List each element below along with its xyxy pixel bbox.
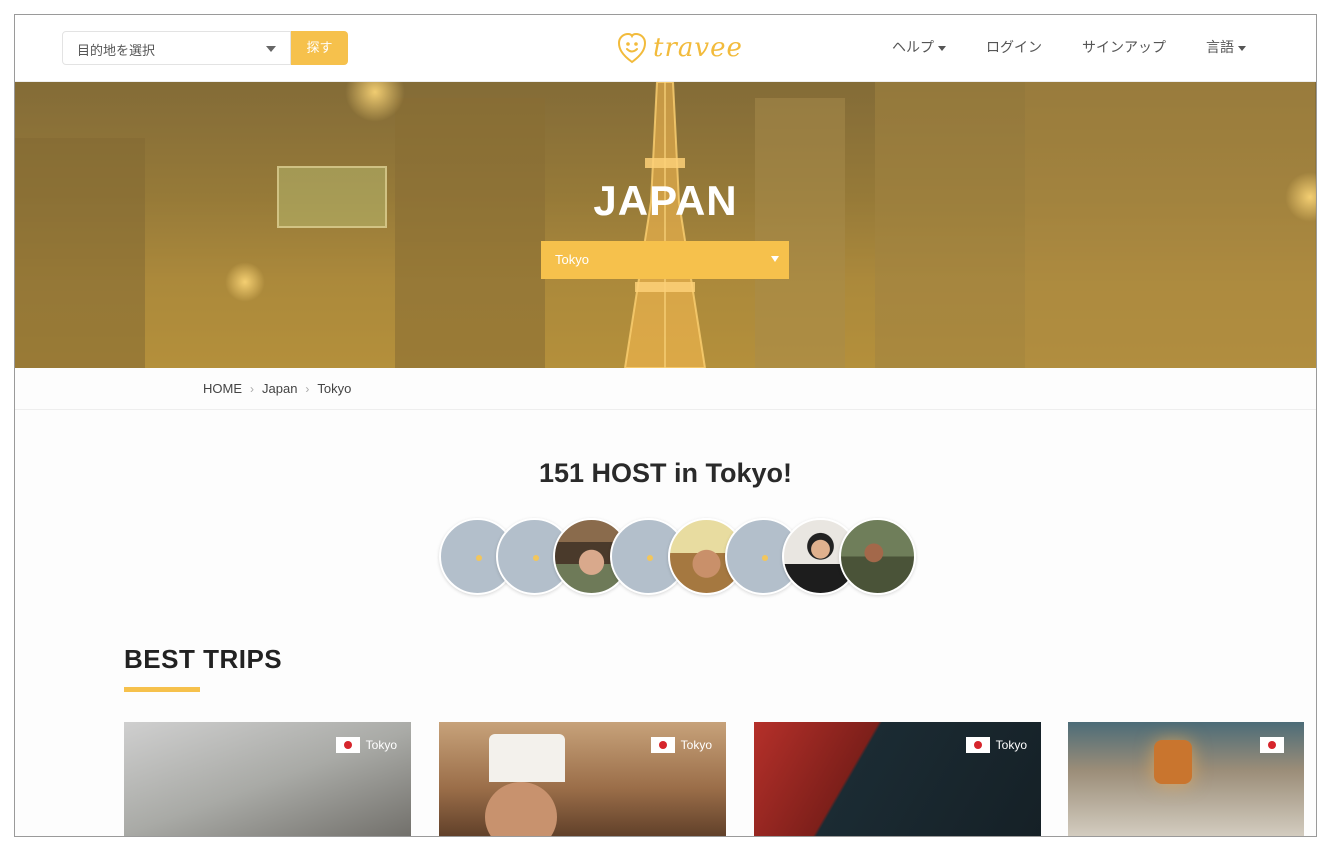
- nav-language[interactable]: 言語: [1206, 37, 1246, 57]
- chevron-down-icon: [266, 46, 276, 52]
- browser-page: 目的地を選択 探す travee ヘルプ ログイン サインアップ 言語 JAPA…: [14, 14, 1317, 837]
- breadcrumb-separator-icon: ›: [305, 381, 310, 396]
- nav-language-label: 言語: [1206, 39, 1234, 55]
- chevron-down-icon: [771, 256, 779, 262]
- city-select-value: Tokyo: [555, 252, 589, 267]
- nav-signup[interactable]: サインアップ: [1082, 37, 1166, 57]
- trip-photo-detail: [1154, 740, 1192, 784]
- breadcrumb-city: Tokyo: [317, 381, 352, 396]
- heading-underline: [124, 687, 200, 692]
- trip-location-tag: [1260, 737, 1290, 753]
- breadcrumb-country[interactable]: Japan: [262, 381, 297, 396]
- japan-flag-icon: [1260, 737, 1284, 753]
- host-avatar-list: [439, 518, 919, 596]
- host-avatar[interactable]: [839, 518, 916, 595]
- nav-login[interactable]: ログイン: [986, 37, 1042, 57]
- nav-help-label: ヘルプ: [892, 39, 934, 55]
- destination-select[interactable]: 目的地を選択: [62, 31, 291, 65]
- hero-tint-overlay: [15, 82, 1316, 368]
- breadcrumb: HOME › Japan › Tokyo: [203, 381, 351, 396]
- travee-logo[interactable]: travee: [617, 28, 743, 68]
- trip-photo-detail: [485, 782, 557, 836]
- nav-help[interactable]: ヘルプ: [892, 37, 946, 57]
- breadcrumb-separator-icon: ›: [250, 381, 254, 396]
- hero-banner: JAPAN Tokyo: [15, 82, 1316, 368]
- destination-select-label: 目的地を選択: [77, 43, 156, 58]
- best-trips-heading: BEST TRIPS: [124, 644, 283, 674]
- caret-down-icon: [938, 45, 946, 51]
- search-button[interactable]: 探す: [291, 31, 348, 65]
- trip-location-tag: Tokyo: [650, 737, 712, 753]
- trip-card[interactable]: Tokyo: [439, 722, 726, 836]
- trip-location-label: Tokyo: [680, 738, 712, 752]
- main-nav: ヘルプ ログイン サインアップ 言語: [892, 37, 1246, 57]
- trip-card[interactable]: Tokyo: [124, 722, 411, 836]
- trip-card[interactable]: Tokyo: [754, 722, 1041, 836]
- travee-smile-icon: [617, 32, 647, 64]
- city-select[interactable]: Tokyo: [541, 241, 789, 279]
- trip-photo-detail: [489, 734, 565, 782]
- trip-location-label: Tokyo: [995, 738, 1027, 752]
- trip-location-tag: Tokyo: [335, 737, 397, 753]
- trip-card[interactable]: [1068, 722, 1304, 836]
- japan-flag-icon: [965, 737, 990, 753]
- breadcrumb-home[interactable]: HOME: [203, 381, 242, 396]
- logo-text: travee: [653, 33, 743, 63]
- caret-down-icon: [1238, 45, 1246, 51]
- japan-flag-icon: [650, 737, 675, 753]
- trip-location-tag: Tokyo: [965, 737, 1027, 753]
- trip-location-label: Tokyo: [365, 738, 397, 752]
- host-count-heading: 151 HOST in Tokyo!: [538, 458, 793, 488]
- top-navbar: 目的地を選択 探す travee ヘルプ ログイン サインアップ 言語: [15, 15, 1316, 82]
- japan-flag-icon: [335, 737, 360, 753]
- country-title: JAPAN: [593, 177, 738, 224]
- divider: [15, 409, 1316, 410]
